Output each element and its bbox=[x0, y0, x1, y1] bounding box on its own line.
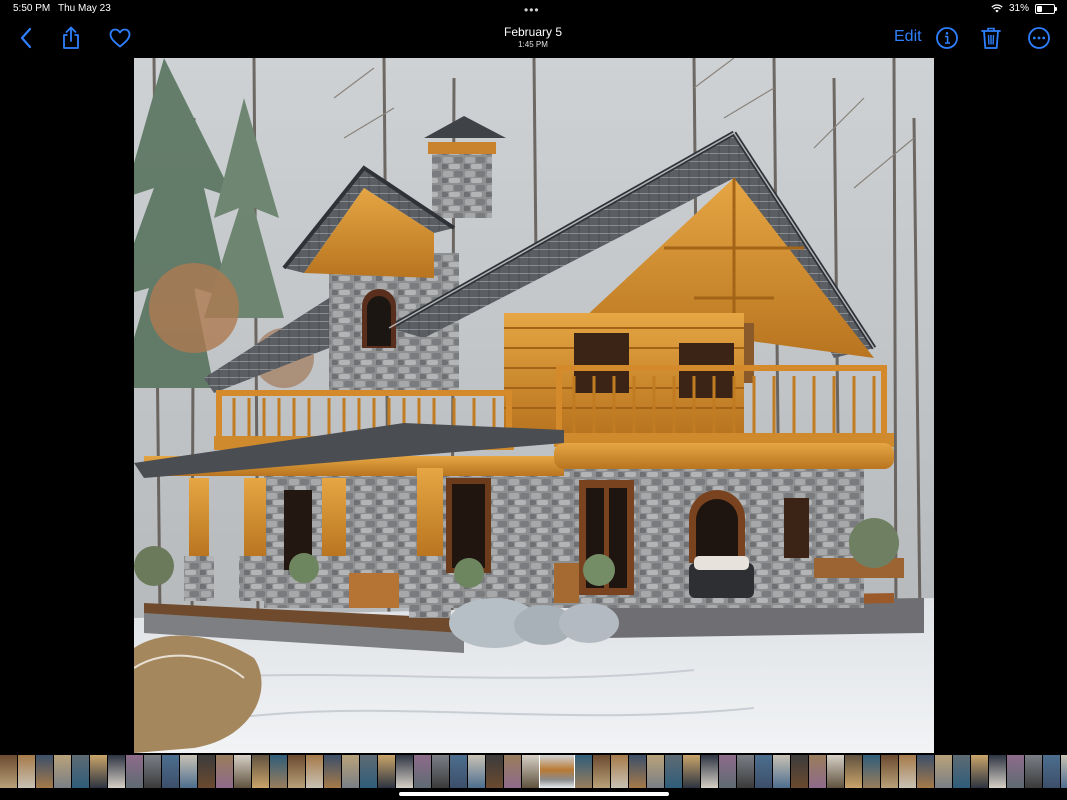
thumbnail[interactable] bbox=[324, 755, 341, 788]
thumbnail[interactable] bbox=[593, 755, 610, 788]
battery-icon bbox=[1035, 3, 1057, 14]
thumbnail-current[interactable] bbox=[539, 755, 575, 788]
thumbnail[interactable] bbox=[899, 755, 916, 788]
thumbnail[interactable] bbox=[270, 755, 287, 788]
photos-app-viewer: 5:50 PM Thu May 23 ••• 31% February 5 1:… bbox=[0, 0, 1067, 800]
thumbnail[interactable] bbox=[683, 755, 700, 788]
thumbnail[interactable] bbox=[989, 755, 1006, 788]
thumbnail[interactable] bbox=[935, 755, 952, 788]
thumbnail[interactable] bbox=[917, 755, 934, 788]
thumbnail[interactable] bbox=[791, 755, 808, 788]
delete-button[interactable] bbox=[977, 24, 1005, 52]
thumbnail[interactable] bbox=[18, 755, 35, 788]
thumbnail[interactable] bbox=[378, 755, 395, 788]
thumbnail[interactable] bbox=[486, 755, 503, 788]
thumbnail[interactable] bbox=[1061, 755, 1067, 788]
thumbnail[interactable] bbox=[342, 755, 359, 788]
thumbnail[interactable] bbox=[360, 755, 377, 788]
thumbnail[interactable] bbox=[252, 755, 269, 788]
thumbnail[interactable] bbox=[198, 755, 215, 788]
favorite-button[interactable] bbox=[106, 24, 134, 52]
thumbnail[interactable] bbox=[1007, 755, 1024, 788]
more-button[interactable] bbox=[1025, 24, 1053, 52]
trash-icon bbox=[981, 27, 1001, 49]
thumbnail[interactable] bbox=[827, 755, 844, 788]
thumbnail[interactable] bbox=[971, 755, 988, 788]
thumbnail[interactable] bbox=[72, 755, 89, 788]
heart-icon bbox=[109, 28, 131, 48]
share-button[interactable] bbox=[57, 24, 85, 52]
thumbnail[interactable] bbox=[468, 755, 485, 788]
thumbnail[interactable] bbox=[809, 755, 826, 788]
thumbnail[interactable] bbox=[432, 755, 449, 788]
thumbnail[interactable] bbox=[773, 755, 790, 788]
thumbnail[interactable] bbox=[701, 755, 718, 788]
photo-time: 1:45 PM bbox=[518, 40, 548, 49]
thumbnail[interactable] bbox=[36, 755, 53, 788]
multitasking-dots-icon[interactable]: ••• bbox=[524, 3, 540, 17]
battery-percent: 31% bbox=[1008, 3, 1029, 14]
status-bar: 5:50 PM Thu May 23 ••• 31% bbox=[0, 0, 1067, 18]
cabin-photo-illustration bbox=[134, 58, 934, 753]
thumbnail[interactable] bbox=[396, 755, 413, 788]
status-date: Thu May 23 bbox=[58, 3, 111, 14]
thumbnail[interactable] bbox=[755, 755, 772, 788]
thumbnail[interactable] bbox=[108, 755, 125, 788]
thumbnail[interactable] bbox=[845, 755, 862, 788]
thumbnail[interactable] bbox=[180, 755, 197, 788]
thumbnail-scrubber[interactable] bbox=[0, 755, 1067, 788]
thumbnail[interactable] bbox=[216, 755, 233, 788]
thumbnail[interactable] bbox=[1043, 755, 1060, 788]
thumbnail[interactable] bbox=[737, 755, 754, 788]
back-button[interactable] bbox=[12, 24, 40, 52]
thumbnail[interactable] bbox=[575, 755, 592, 788]
thumbnail[interactable] bbox=[0, 755, 17, 788]
thumbnail[interactable] bbox=[54, 755, 71, 788]
thumbnail[interactable] bbox=[647, 755, 664, 788]
chevron-left-icon bbox=[20, 27, 32, 49]
thumbnail[interactable] bbox=[234, 755, 251, 788]
thumbnail[interactable] bbox=[162, 755, 179, 788]
home-indicator[interactable] bbox=[399, 792, 669, 796]
thumbnail[interactable] bbox=[629, 755, 646, 788]
thumbnail[interactable] bbox=[1025, 755, 1042, 788]
info-icon bbox=[936, 27, 958, 49]
photo-date: February 5 bbox=[503, 25, 563, 39]
thumbnail[interactable] bbox=[863, 755, 880, 788]
photo-toolbar: February 5 1:45 PM Edit bbox=[0, 18, 1067, 58]
thumbnail[interactable] bbox=[522, 755, 539, 788]
thumbnail[interactable] bbox=[450, 755, 467, 788]
thumbnail[interactable] bbox=[665, 755, 682, 788]
thumbnail[interactable] bbox=[90, 755, 107, 788]
thumbnail[interactable] bbox=[144, 755, 161, 788]
ellipsis-circle-icon bbox=[1028, 27, 1050, 49]
edit-button[interactable]: Edit bbox=[894, 28, 922, 46]
status-indicators: 31% bbox=[991, 3, 1057, 14]
thumbnail[interactable] bbox=[953, 755, 970, 788]
thumbnail[interactable] bbox=[504, 755, 521, 788]
thumbnail[interactable] bbox=[881, 755, 898, 788]
info-button[interactable] bbox=[933, 24, 961, 52]
share-icon bbox=[63, 26, 79, 49]
wifi-icon bbox=[991, 4, 1003, 13]
battery-level bbox=[1037, 5, 1042, 12]
status-time: 5:50 PM bbox=[13, 3, 51, 14]
thumbnail[interactable] bbox=[611, 755, 628, 788]
thumbnail[interactable] bbox=[414, 755, 431, 788]
thumbnail[interactable] bbox=[126, 755, 143, 788]
thumbnail[interactable] bbox=[306, 755, 323, 788]
thumbnail[interactable] bbox=[719, 755, 736, 788]
photo-date-title: February 5 1:45 PM bbox=[433, 25, 633, 49]
photo-image[interactable] bbox=[134, 58, 934, 753]
thumbnail[interactable] bbox=[288, 755, 305, 788]
